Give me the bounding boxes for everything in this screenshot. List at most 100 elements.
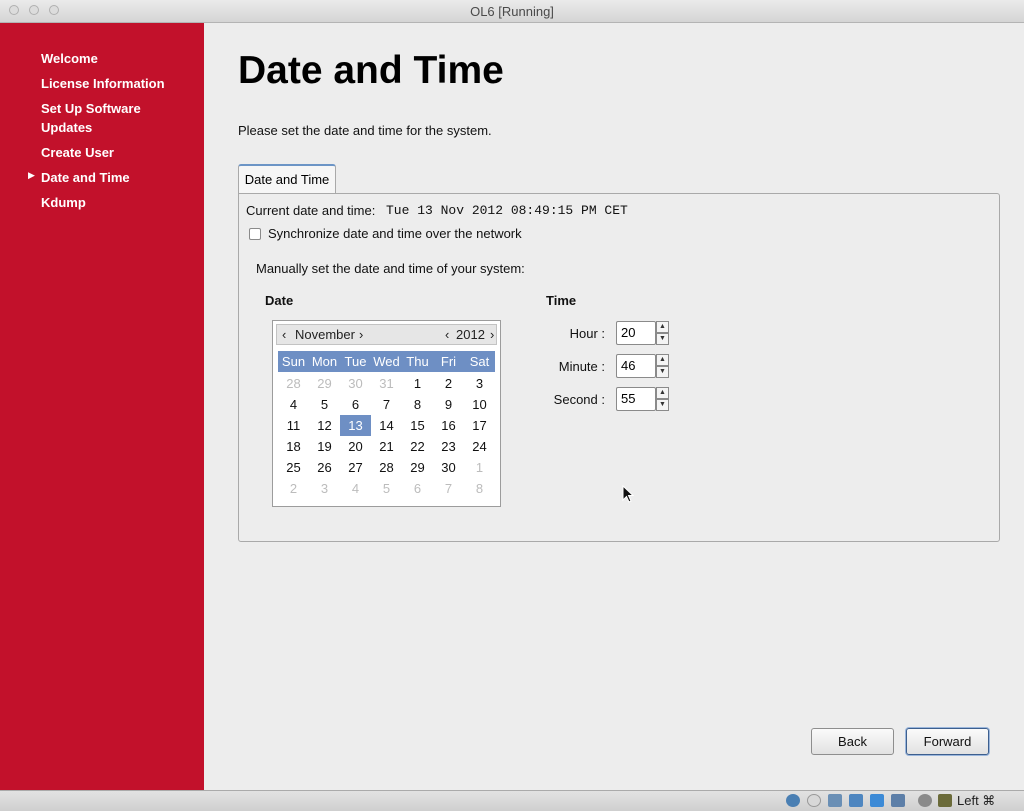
second-spinner: 55 ▲ ▼: [616, 387, 669, 411]
hard-disk-icon[interactable]: [786, 794, 800, 807]
calendar-day-selected[interactable]: 13: [340, 415, 371, 436]
calendar-day[interactable]: 6: [340, 394, 371, 415]
sidebar: Welcome License Information Set Up Softw…: [0, 23, 204, 790]
calendar-day[interactable]: 23: [433, 436, 464, 457]
mouse-integration-icon[interactable]: [918, 794, 932, 807]
date-heading: Date: [265, 293, 294, 308]
sidebar-item-license-information: License Information: [41, 76, 165, 91]
calendar-day[interactable]: 21: [371, 436, 402, 457]
calendar-day[interactable]: 28: [371, 457, 402, 478]
calendar-day[interactable]: 3: [464, 373, 495, 394]
mouse-cursor-icon: [622, 485, 634, 503]
usb-icon[interactable]: [828, 794, 842, 807]
current-date-label: Current date and time:: [246, 203, 376, 218]
hour-spinner: 20 ▲ ▼: [616, 321, 669, 345]
calendar-day[interactable]: 22: [402, 436, 433, 457]
calendar-day[interactable]: 5: [371, 478, 402, 499]
host-key-label: Left ⌘: [957, 793, 996, 808]
optical-drive-icon[interactable]: [807, 794, 821, 807]
calendar-day-names: Sun Mon Tue Wed Thu Fri Sat: [278, 351, 495, 372]
title-bar: OL6 [Running]: [0, 0, 1024, 23]
sidebar-item-welcome: Welcome: [41, 51, 98, 66]
calendar-day[interactable]: 26: [309, 457, 340, 478]
calendar-day[interactable]: 17: [464, 415, 495, 436]
calendar-day[interactable]: 29: [309, 373, 340, 394]
calendar-week: 18 19 20 21 22 23 24: [278, 436, 495, 457]
calendar-day[interactable]: 2: [278, 478, 309, 499]
calendar-day[interactable]: 29: [402, 457, 433, 478]
hour-input[interactable]: 20: [616, 321, 656, 345]
calendar-day[interactable]: 7: [371, 394, 402, 415]
calendar-day[interactable]: 14: [371, 415, 402, 436]
window-title: OL6 [Running]: [470, 4, 554, 19]
calendar-day[interactable]: 3: [309, 478, 340, 499]
current-date-value: Tue 13 Nov 2012 08:49:15 PM CET: [386, 203, 628, 218]
keyboard-capture-icon[interactable]: [938, 794, 952, 807]
calendar-day[interactable]: 9: [433, 394, 464, 415]
day-name: Thu: [406, 354, 429, 369]
calendar-day[interactable]: 27: [340, 457, 371, 478]
calendar-day[interactable]: 4: [340, 478, 371, 499]
calendar-day[interactable]: 1: [464, 457, 495, 478]
calendar-day[interactable]: 24: [464, 436, 495, 457]
calendar-day[interactable]: 18: [278, 436, 309, 457]
next-year-button[interactable]: ›: [490, 327, 494, 342]
calendar-day[interactable]: 11: [278, 415, 309, 436]
manual-set-label: Manually set the date and time of your s…: [256, 261, 525, 276]
calendar-day[interactable]: 12: [309, 415, 340, 436]
page-subtitle: Please set the date and time for the sys…: [238, 123, 492, 138]
calendar-day[interactable]: 20: [340, 436, 371, 457]
prev-year-button[interactable]: ‹: [445, 327, 449, 342]
calendar-header: ‹ November › ‹ 2012 ›: [276, 324, 497, 345]
calendar-day[interactable]: 8: [402, 394, 433, 415]
sync-network-label[interactable]: Synchronize date and time over the netwo…: [268, 226, 522, 241]
second-input[interactable]: 55: [616, 387, 656, 411]
calendar-week: 28 29 30 31 1 2 3: [278, 373, 495, 394]
tab-date-and-time[interactable]: Date and Time: [238, 164, 336, 193]
sidebar-item-kdump: Kdump: [41, 195, 86, 210]
minute-spinner: 46 ▲ ▼: [616, 354, 669, 378]
calendar-day[interactable]: 8: [464, 478, 495, 499]
calendar-week: 4 5 6 7 8 9 10: [278, 394, 495, 415]
calendar-day[interactable]: 25: [278, 457, 309, 478]
page-title: Date and Time: [238, 49, 504, 92]
sidebar-item-date-and-time: Date and Time: [41, 170, 130, 185]
calendar-day[interactable]: 10: [464, 394, 495, 415]
hour-up-button[interactable]: ▲: [656, 321, 669, 333]
network-icon[interactable]: [870, 794, 884, 807]
calendar-day[interactable]: 2: [433, 373, 464, 394]
calendar-day[interactable]: 30: [340, 373, 371, 394]
display-icon[interactable]: [891, 794, 905, 807]
second-up-button[interactable]: ▲: [656, 387, 669, 399]
sidebar-item-software-updates: Set Up Software Updates: [41, 101, 141, 135]
calendar-day[interactable]: 5: [309, 394, 340, 415]
sync-network-checkbox[interactable]: [249, 228, 261, 240]
calendar-day[interactable]: 1: [402, 373, 433, 394]
day-name: Sat: [469, 354, 490, 369]
minute-up-button[interactable]: ▲: [656, 354, 669, 366]
calendar-day[interactable]: 6: [402, 478, 433, 499]
day-name: Mon: [311, 354, 338, 369]
calendar-day[interactable]: 19: [309, 436, 340, 457]
minute-input[interactable]: 46: [616, 354, 656, 378]
prev-month-button[interactable]: ‹: [282, 327, 286, 342]
calendar-day[interactable]: 30: [433, 457, 464, 478]
back-button[interactable]: Back: [811, 728, 894, 755]
calendar-day[interactable]: 15: [402, 415, 433, 436]
calendar-day[interactable]: 16: [433, 415, 464, 436]
time-heading: Time: [546, 293, 577, 308]
calendar-week: 11 12 13 14 15 16 17: [278, 415, 495, 436]
minute-down-button[interactable]: ▼: [656, 366, 669, 378]
forward-button[interactable]: Forward: [906, 728, 989, 755]
calendar-day[interactable]: 28: [278, 373, 309, 394]
calendar-day[interactable]: 31: [371, 373, 402, 394]
calendar-day[interactable]: 7: [433, 478, 464, 499]
next-month-button[interactable]: ›: [359, 327, 363, 342]
calendar-week: 2 3 4 5 6 7 8: [278, 478, 495, 499]
hour-down-button[interactable]: ▼: [656, 333, 669, 345]
second-down-button[interactable]: ▼: [656, 399, 669, 411]
second-label: Second :: [553, 392, 605, 407]
shared-folders-icon[interactable]: [849, 794, 863, 807]
calendar-grid: 28 29 30 31 1 2 3 4 5 6 7 8 9 10 11 12 1…: [278, 373, 495, 499]
calendar-day[interactable]: 4: [278, 394, 309, 415]
